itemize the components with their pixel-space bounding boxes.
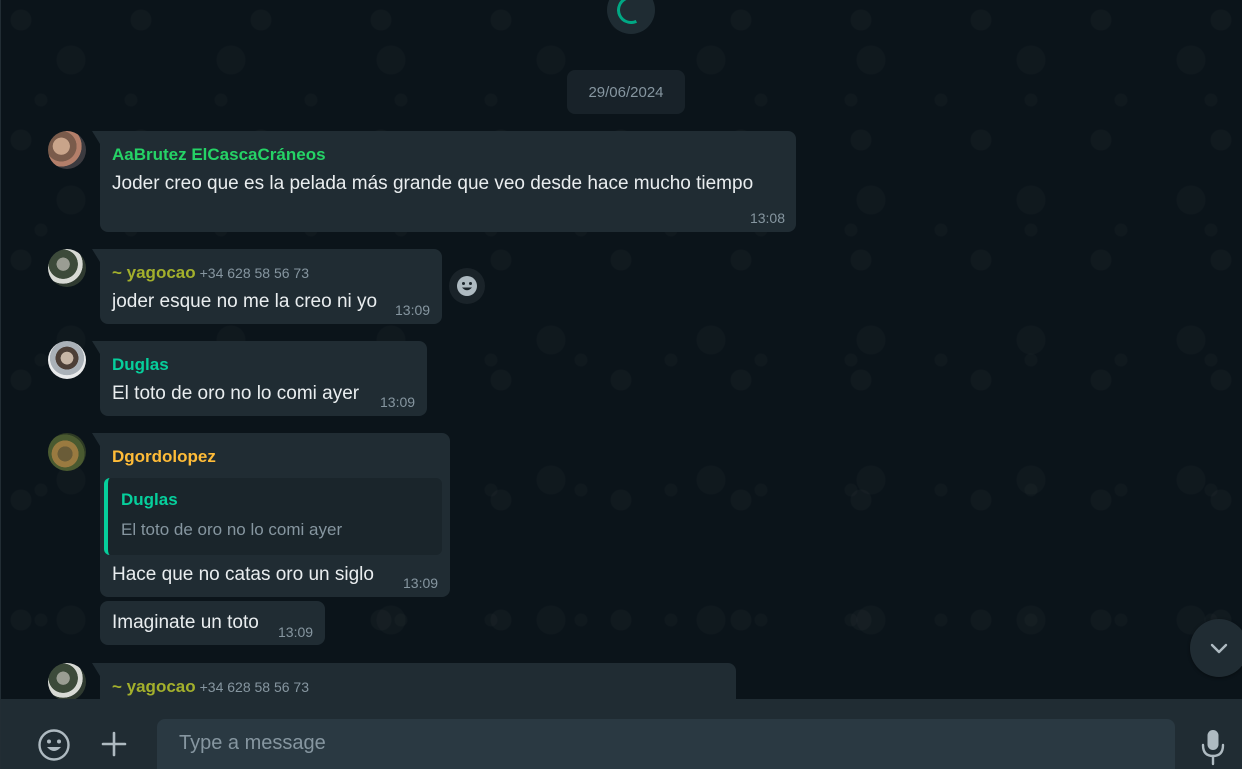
message-bubble[interactable]: Dgordolopez Duglas El toto de oro no lo … — [92, 433, 450, 597]
sender-name[interactable]: ~ yagocao +34 628 58 56 73 — [112, 263, 309, 283]
avatar[interactable] — [48, 663, 86, 699]
avatar[interactable] — [48, 131, 86, 169]
message-bubble[interactable]: Imaginate un toto 13:09 — [100, 601, 325, 645]
quoted-message[interactable]: Duglas El toto de oro no lo comi ayer — [104, 478, 442, 555]
quoted-text: El toto de oro no lo comi ayer — [121, 520, 343, 539]
message-time: 13:09 — [380, 394, 416, 410]
sender-phone: +34 628 58 56 73 — [199, 265, 310, 281]
message-text: El toto de oro no lo comi ayer — [112, 383, 360, 404]
message-bubble[interactable]: Duglas El toto de oro no lo comi ayer 13… — [92, 341, 427, 416]
sender-name[interactable]: AaBrutez ElCascaCráneos — [112, 145, 326, 165]
plus-icon — [101, 731, 127, 757]
date-separator: 29/06/2024 — [567, 70, 685, 114]
emoji-button[interactable] — [36, 727, 72, 763]
sender-name[interactable]: ~ yagocao +34 628 58 56 73 — [112, 677, 309, 697]
message-time: 13:08 — [749, 210, 785, 226]
sender-name-text: ~ yagocao — [112, 677, 196, 696]
message-time: 13:09 — [278, 624, 314, 640]
chevron-down-icon — [1210, 643, 1228, 654]
loading-spinner-icon — [607, 0, 655, 34]
avatar[interactable] — [48, 249, 86, 287]
message-text: Hace que no catas oro un siglo — [112, 564, 374, 585]
message-time: 13:09 — [395, 302, 431, 318]
avatar[interactable] — [48, 433, 86, 471]
quoted-sender: Duglas — [121, 490, 178, 509]
voice-message-button[interactable] — [1197, 727, 1229, 767]
avatar[interactable] — [48, 341, 86, 379]
message-time: 13:09 — [403, 575, 439, 591]
emoji-icon — [38, 729, 70, 761]
message-composer — [0, 699, 1242, 769]
chat-area[interactable]: 29/06/2024 AaBrutez ElCascaCráneos Joder… — [0, 0, 1242, 699]
sender-name[interactable]: Dgordolopez — [112, 447, 216, 467]
attach-button[interactable] — [97, 727, 131, 761]
message-text: Joder creo que es la pelada más grande q… — [112, 173, 754, 194]
message-bubble[interactable]: ~ yagocao +34 628 58 56 73 joder esque no… — [92, 249, 442, 324]
message-text: joder esque no me la creo ni yo — [112, 291, 378, 312]
message-bubble[interactable]: ~ yagocao +34 628 58 56 73 — [92, 663, 736, 699]
sender-name[interactable]: Duglas — [112, 355, 169, 375]
reaction-smiley-icon[interactable] — [449, 268, 485, 304]
message-bubble[interactable]: AaBrutez ElCascaCráneos Joder creo que e… — [92, 131, 796, 232]
sender-phone: +34 628 58 56 73 — [199, 679, 310, 695]
microphone-icon — [1201, 730, 1225, 766]
message-input[interactable] — [157, 719, 1175, 769]
scroll-to-bottom-button[interactable] — [1190, 619, 1242, 677]
message-text: Imaginate un toto — [112, 612, 259, 633]
sender-name-text: ~ yagocao — [112, 263, 196, 282]
